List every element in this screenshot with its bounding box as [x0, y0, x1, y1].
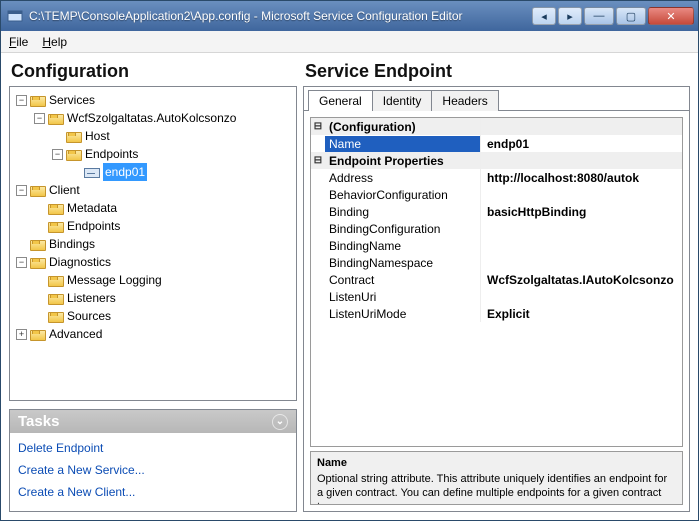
tab-identity[interactable]: Identity: [372, 90, 433, 111]
tree-service-node[interactable]: −WcfSzolgaltatas.AutoKolcsonzo: [32, 109, 294, 127]
chevron-down-icon[interactable]: ⌄: [272, 414, 288, 430]
tree-diagnostics[interactable]: −Diagnostics: [14, 253, 294, 271]
configuration-tree[interactable]: −Services −WcfSzolgaltatas.AutoKolcsonzo…: [12, 91, 294, 343]
tab-panel-general: ⊟(Configuration) Name ⊟Endpoint Properti…: [303, 110, 690, 512]
tab-general[interactable]: General: [308, 90, 373, 111]
maximize-button[interactable]: ▢: [616, 7, 646, 25]
property-help-box: Name Optional string attribute. This att…: [310, 451, 683, 505]
tabstrip: General Identity Headers: [303, 86, 690, 110]
folder-icon: [30, 240, 46, 251]
pg-row-address[interactable]: Address http://localhost:8080/autok: [311, 169, 682, 186]
configuration-title: Configuration: [9, 61, 297, 86]
property-grid[interactable]: ⊟(Configuration) Name ⊟Endpoint Properti…: [310, 117, 683, 447]
help-description: Optional string attribute. This attribut…: [317, 473, 667, 505]
tree-endp01[interactable]: ·endp01: [68, 163, 294, 181]
tree-bindings[interactable]: ·Bindings: [14, 235, 294, 253]
pg-category-configuration[interactable]: ⊟(Configuration): [311, 118, 682, 135]
tasks-panel: Tasks ⌄ Delete Endpoint Create a New Ser…: [9, 409, 297, 512]
app-icon: [7, 8, 23, 24]
app-window: C:\TEMP\ConsoleApplication2\App.config -…: [0, 0, 699, 521]
pg-row-behavior-configuration[interactable]: BehaviorConfiguration: [311, 186, 682, 203]
configuration-tree-panel: −Services −WcfSzolgaltatas.AutoKolcsonzo…: [9, 86, 297, 401]
tree-sources[interactable]: ·Sources: [32, 307, 294, 325]
menu-help[interactable]: Help: [42, 35, 67, 49]
collapse-icon[interactable]: ⊟: [311, 155, 325, 166]
next-button[interactable]: ▸: [558, 7, 582, 25]
collapse-icon[interactable]: ⊟: [311, 121, 325, 132]
pg-row-binding-namespace[interactable]: BindingNamespace: [311, 254, 682, 271]
titlebar[interactable]: C:\TEMP\ConsoleApplication2\App.config -…: [1, 1, 698, 31]
close-button[interactable]: ✕: [648, 7, 694, 25]
tree-endpoints[interactable]: −Endpoints: [50, 145, 294, 163]
folder-icon: [30, 186, 46, 197]
pg-row-listen-uri[interactable]: ListenUri: [311, 288, 682, 305]
content-area: Configuration −Services −WcfSzolgaltatas…: [1, 53, 698, 520]
menu-file[interactable]: File: [9, 35, 28, 49]
tasks-header[interactable]: Tasks ⌄: [10, 410, 296, 433]
pg-category-endpoint-properties[interactable]: ⊟Endpoint Properties: [311, 152, 682, 169]
folder-icon: [66, 150, 82, 161]
pg-row-binding-name[interactable]: BindingName: [311, 237, 682, 254]
pg-row-binding[interactable]: Binding basicHttpBinding: [311, 203, 682, 220]
tab-headers[interactable]: Headers: [431, 90, 498, 111]
service-endpoint-title: Service Endpoint: [303, 61, 690, 86]
folder-icon: [48, 114, 64, 125]
tree-metadata[interactable]: ·Metadata: [32, 199, 294, 217]
menubar: File Help: [1, 31, 698, 53]
task-new-client[interactable]: Create a New Client...: [18, 481, 288, 503]
folder-icon: [48, 294, 64, 305]
left-column: Configuration −Services −WcfSzolgaltatas…: [9, 61, 297, 512]
pg-row-name[interactable]: Name: [311, 135, 682, 152]
minimize-button[interactable]: —: [584, 7, 614, 25]
tree-host[interactable]: ·Host: [50, 127, 294, 145]
endpoint-panel: General Identity Headers ⊟(Configuration…: [303, 86, 690, 512]
folder-icon: [30, 96, 46, 107]
window-buttons: ◂ ▸ — ▢ ✕: [532, 7, 694, 25]
task-new-service[interactable]: Create a New Service...: [18, 459, 288, 481]
tree-listeners[interactable]: ·Listeners: [32, 289, 294, 307]
folder-icon: [48, 312, 64, 323]
folder-icon: [48, 204, 64, 215]
task-delete-endpoint[interactable]: Delete Endpoint: [18, 437, 288, 459]
pg-row-contract[interactable]: Contract WcfSzolgaltatas.IAutoKolcsonzo: [311, 271, 682, 288]
tree-client-endpoints[interactable]: ·Endpoints: [32, 217, 294, 235]
folder-icon: [48, 276, 64, 287]
endpoint-icon: [84, 168, 100, 178]
tree-services[interactable]: −Services: [14, 91, 294, 109]
prev-button[interactable]: ◂: [532, 7, 556, 25]
name-input[interactable]: [487, 137, 676, 151]
pg-row-listen-uri-mode[interactable]: ListenUriMode Explicit: [311, 305, 682, 322]
tree-client[interactable]: −Client: [14, 181, 294, 199]
folder-icon: [48, 222, 64, 233]
folder-icon: [30, 330, 46, 341]
right-column: Service Endpoint General Identity Header…: [303, 61, 690, 512]
folder-icon: [66, 132, 82, 143]
tree-advanced[interactable]: +Advanced: [14, 325, 294, 343]
tasks-title: Tasks: [18, 413, 59, 430]
window-title: C:\TEMP\ConsoleApplication2\App.config -…: [29, 9, 532, 23]
folder-icon: [30, 258, 46, 269]
help-name: Name: [317, 456, 676, 470]
tree-message-logging[interactable]: ·Message Logging: [32, 271, 294, 289]
tasks-body: Delete Endpoint Create a New Service... …: [10, 433, 296, 511]
pg-row-binding-configuration[interactable]: BindingConfiguration: [311, 220, 682, 237]
